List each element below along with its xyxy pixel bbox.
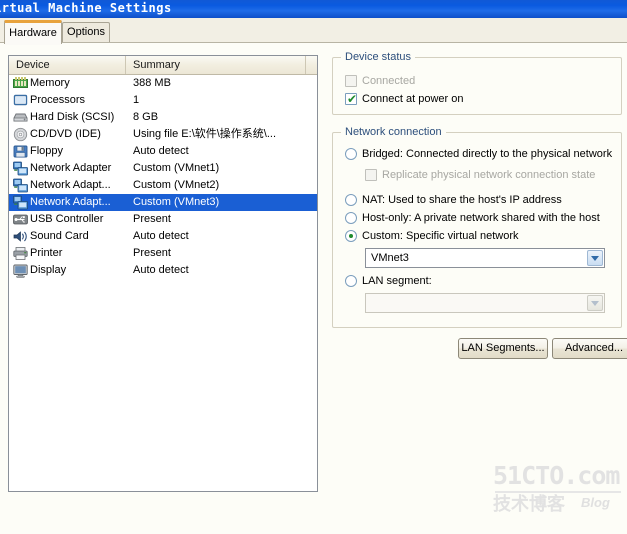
checkmark-icon: ✔ <box>347 92 358 106</box>
watermark-site: 51CTO.com <box>493 461 620 490</box>
lan-segment-combobox <box>365 293 605 313</box>
radio-nat-circle <box>345 194 357 206</box>
device-name: Hard Disk (SCSI) <box>30 111 115 123</box>
device-list[interactable]: Device Summary Memory 388 MB Processors 1 Ha… <box>8 55 318 492</box>
connected-label: Connected <box>362 75 416 87</box>
connected-checkbox-box <box>345 75 357 87</box>
column-header-device[interactable]: Device <box>9 56 126 74</box>
device-name: Display <box>30 264 67 276</box>
network-adapter-icon <box>13 161 28 176</box>
table-row[interactable]: Processors 1 <box>9 92 317 109</box>
floppy-icon <box>13 144 28 159</box>
device-name: USB Controller <box>30 213 104 225</box>
advanced-button[interactable]: Advanced... <box>552 338 627 359</box>
network-adapter-icon <box>13 178 28 193</box>
device-list-header: Device Summary <box>9 56 317 75</box>
processor-icon <box>13 93 28 108</box>
table-row[interactable]: USB Controller Present <box>9 211 317 228</box>
tab-options[interactable]: Options <box>62 22 110 43</box>
tab-hardware[interactable]: Hardware <box>4 20 62 45</box>
radio-host-only-circle <box>345 212 357 224</box>
device-summary: Using file E:\软件\操作系统\... <box>133 128 277 140</box>
chevron-down-icon-disabled <box>587 295 603 311</box>
soundcard-icon <box>13 229 28 244</box>
device-summary: 8 GB <box>133 111 159 123</box>
table-row[interactable]: CD/DVD (IDE) Using file E:\软件\操作系统\... <box>9 126 317 143</box>
device-name: Memory <box>30 77 70 89</box>
device-name: Floppy <box>30 145 64 157</box>
radio-nat-label: NAT: Used to share the host's IP address <box>362 194 562 206</box>
device-name: Network Adapt... <box>30 179 111 191</box>
device-name: Printer <box>30 247 63 259</box>
printer-icon <box>13 246 28 261</box>
device-name: Network Adapt... <box>30 196 111 208</box>
radio-bridged-circle <box>345 148 357 160</box>
table-row[interactable]: Network Adapter Custom (VMnet1) <box>9 160 317 177</box>
usb-icon <box>13 212 28 227</box>
device-name: Network Adapter <box>30 162 112 174</box>
watermark-cn: 技术博客 <box>493 494 565 514</box>
device-name: CD/DVD (IDE) <box>30 128 101 140</box>
custom-network-combobox[interactable]: VMnet3 <box>365 248 605 268</box>
device-summary: Auto detect <box>133 264 189 276</box>
radio-bridged-label: Bridged: Connected directly to the physi… <box>362 148 613 160</box>
device-status-legend: Device status <box>341 51 416 63</box>
column-header-spare <box>306 56 317 74</box>
cddvd-icon <box>13 127 28 142</box>
advanced-button-label: Advanced... <box>564 342 624 354</box>
device-summary: Auto detect <box>133 230 189 242</box>
memory-icon <box>13 76 28 91</box>
window-title: irtual Machine Settings <box>0 1 172 15</box>
device-summary: Custom (VMnet2) <box>133 179 220 191</box>
connect-at-power-on-label: Connect at power on <box>362 93 464 105</box>
watermark-blog: Blog <box>581 495 610 510</box>
network-connection-group: Network connection Bridged: Connected di… <box>332 126 622 328</box>
window-titlebar: irtual Machine Settings <box>0 0 627 18</box>
device-list-rows: Memory 388 MB Processors 1 Hard Disk (SCSI) 8… <box>9 75 317 279</box>
device-summary: 1 <box>133 94 140 106</box>
device-name: Sound Card <box>30 230 89 242</box>
device-summary: Auto detect <box>133 145 189 157</box>
display-icon <box>13 263 28 278</box>
column-header-summary[interactable]: Summary <box>126 56 306 74</box>
radio-lan-segment-circle <box>345 275 357 287</box>
device-summary: Present <box>133 213 171 225</box>
device-summary: Custom (VMnet3) <box>133 196 220 208</box>
device-name: Processors <box>30 94 86 106</box>
tab-strip: Hardware Options <box>0 18 627 45</box>
watermark: 51CTO.com 技术博客 Blog <box>493 463 627 515</box>
chevron-down-icon[interactable] <box>587 250 603 266</box>
lan-segments-button[interactable]: LAN Segments... <box>458 338 548 359</box>
table-row[interactable]: Memory 388 MB <box>9 75 317 92</box>
device-status-group: Device status Connected ✔ Connect at pow… <box>332 51 622 115</box>
lan-segments-button-label: LAN Segments... <box>461 342 545 354</box>
network-connection-legend: Network connection <box>341 126 446 138</box>
device-summary: Present <box>133 247 171 259</box>
custom-network-value: VMnet3 <box>371 252 409 264</box>
connect-at-power-on-checkbox-box: ✔ <box>345 93 357 105</box>
radio-lan-segment-label: LAN segment: <box>362 275 432 287</box>
table-row[interactable]: Sound Card Auto detect <box>9 228 317 245</box>
table-row[interactable]: Printer Present <box>9 245 317 262</box>
virtual-machine-settings-dialog: irtual Machine Settings Hardware Options… <box>0 0 627 534</box>
watermark-divider <box>495 491 621 493</box>
table-row[interactable]: Network Adapt... Custom (VMnet3) <box>9 194 317 211</box>
table-row[interactable]: Floppy Auto detect <box>9 143 317 160</box>
table-row[interactable]: Network Adapt... Custom (VMnet2) <box>9 177 317 194</box>
device-summary: 388 MB <box>133 77 171 89</box>
harddisk-icon <box>13 110 28 125</box>
radio-custom-circle <box>345 230 357 242</box>
table-row[interactable]: Hard Disk (SCSI) 8 GB <box>9 109 317 126</box>
radio-custom-label: Custom: Specific virtual network <box>362 230 519 242</box>
replicate-state-checkbox-box <box>365 169 377 181</box>
table-row[interactable]: Display Auto detect <box>9 262 317 279</box>
network-adapter-icon <box>13 195 28 210</box>
device-summary: Custom (VMnet1) <box>133 162 220 174</box>
replicate-state-label: Replicate physical network connection st… <box>382 169 596 181</box>
radio-host-only-label: Host-only: A private network shared with… <box>362 212 600 224</box>
